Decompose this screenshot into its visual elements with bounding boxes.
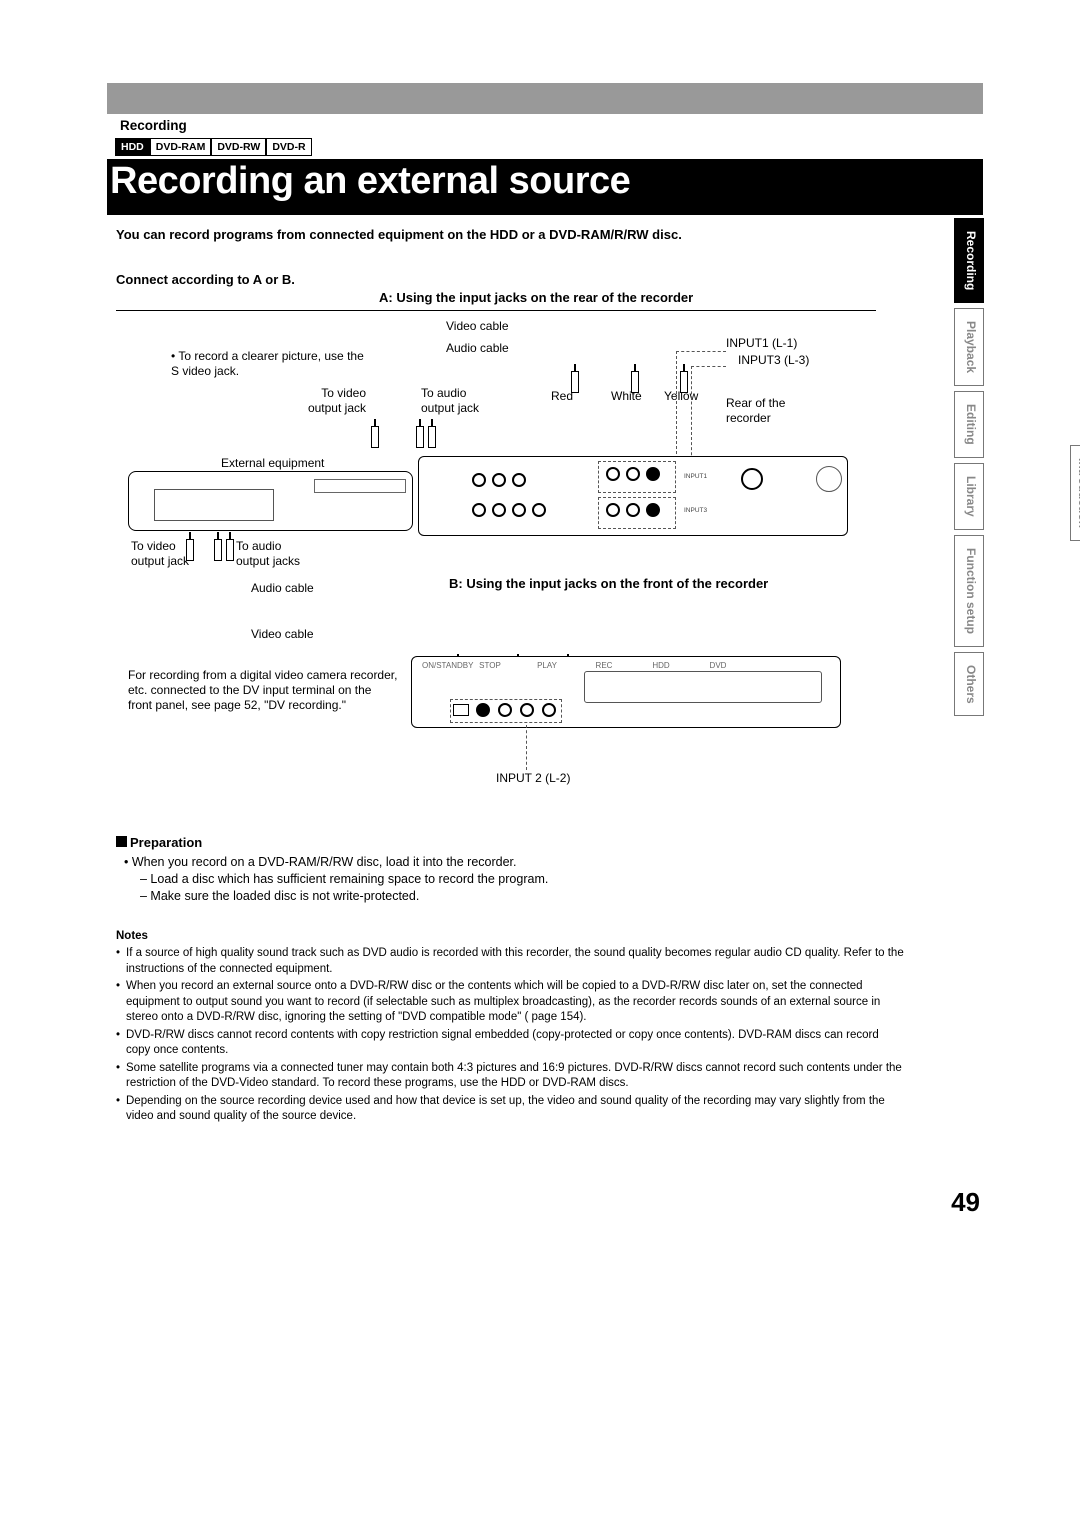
front-btn: REC bbox=[593, 661, 615, 670]
rca-plug-icon bbox=[371, 426, 379, 448]
dv-input-note-text: For recording from a digital video camer… bbox=[128, 668, 397, 712]
label-video-cable-top: Video cable bbox=[446, 319, 509, 334]
tab-introduction[interactable]: Introduction bbox=[1070, 445, 1080, 541]
tab-playback[interactable]: Playback bbox=[954, 308, 984, 386]
tab-function-setup[interactable]: Function setup bbox=[954, 535, 984, 647]
label-to-audio-output: To audio output jack bbox=[421, 386, 501, 416]
rear-input3-tiny: INPUT3 bbox=[684, 507, 707, 514]
dashed-leader bbox=[676, 351, 677, 469]
section-b-heading: B: Using the input jacks on the front of… bbox=[449, 576, 768, 591]
tab-recording[interactable]: Recording bbox=[954, 218, 984, 303]
front-btn: DVD bbox=[707, 661, 729, 670]
side-tab-index: Introduction Recording Playback Editing … bbox=[954, 218, 984, 721]
label-input2: INPUT 2 (L-2) bbox=[496, 771, 570, 786]
tab-library[interactable]: Library bbox=[954, 463, 984, 530]
notes-heading: Notes bbox=[116, 930, 148, 942]
rca-plug-icon bbox=[631, 371, 639, 393]
notes-list: If a source of high quality sound track … bbox=[116, 946, 906, 1127]
page-title: Recording an external source bbox=[110, 160, 630, 203]
dv-input-note: For recording from a digital video camer… bbox=[128, 668, 398, 713]
front-btn: PLAY bbox=[536, 661, 558, 670]
rca-plug-icon bbox=[416, 426, 424, 448]
note-text: When you record an external source onto … bbox=[126, 980, 880, 1023]
front-button-labels: ON/STANDBY STOP PLAY REC HDD DVD bbox=[422, 661, 729, 670]
note-item: Depending on the source recording device… bbox=[116, 1094, 906, 1125]
rca-plug-icon bbox=[428, 426, 436, 448]
rear-rca-row bbox=[472, 473, 526, 487]
rear-rca-row bbox=[472, 503, 546, 517]
label-rear-recorder: Rear of the recorder bbox=[726, 396, 806, 426]
label-to-video-output-front: To video output jack bbox=[131, 539, 191, 569]
preparation-heading: Preparation bbox=[130, 835, 202, 850]
rear-vent bbox=[816, 466, 842, 492]
rear-input1-tiny: INPUT1 bbox=[684, 473, 707, 480]
front-rca-row bbox=[476, 703, 556, 717]
front-disc-tray bbox=[584, 671, 822, 703]
section-a-heading: A: Using the input jacks on the rear of … bbox=[379, 290, 693, 305]
rca-plug-icon bbox=[226, 539, 234, 561]
dashed-leader bbox=[691, 366, 726, 367]
label-input1: INPUT1 (L-1) bbox=[726, 336, 797, 351]
badge-dvdram: DVD-RAM bbox=[150, 138, 212, 156]
dv-jack-icon bbox=[453, 704, 469, 716]
dashed-leader bbox=[526, 725, 527, 770]
intro-text: You can record programs from connected e… bbox=[116, 227, 682, 242]
label-video-cable-front: Video cable bbox=[251, 627, 314, 642]
note-item: Some satellite programs via a connected … bbox=[116, 1061, 906, 1092]
rca-plug-icon bbox=[680, 371, 688, 393]
note-item: If a source of high quality sound track … bbox=[116, 946, 906, 977]
media-badges: HDD DVD-RAM DVD-RW DVD-R bbox=[115, 138, 312, 156]
label-to-video-output: To video output jack bbox=[296, 386, 366, 416]
prep-line: • When you record on a DVD-RAM/R/RW disc… bbox=[116, 854, 876, 871]
badge-dvdr: DVD-R bbox=[266, 138, 311, 156]
front-btn: HDD bbox=[650, 661, 672, 670]
rear-rca-row bbox=[606, 503, 660, 517]
note-item: When you record an external source onto … bbox=[116, 979, 906, 1026]
label-red: Red bbox=[551, 389, 573, 404]
label-external-equipment: External equipment bbox=[221, 456, 324, 471]
label-to-audio-output-front: To audio output jacks bbox=[236, 539, 316, 569]
tab-others[interactable]: Others bbox=[954, 652, 984, 717]
rear-rca-row bbox=[606, 467, 660, 481]
badge-dvdrw: DVD-RW bbox=[211, 138, 266, 156]
rear-outlet bbox=[741, 468, 763, 490]
square-bullet-icon bbox=[116, 836, 127, 847]
prep-line: – Make sure the loaded disc is not write… bbox=[116, 888, 876, 905]
tab-editing[interactable]: Editing bbox=[954, 391, 984, 458]
badge-hdd: HDD bbox=[115, 138, 150, 156]
section-label: Recording bbox=[120, 118, 187, 133]
header-gray-band bbox=[107, 83, 983, 114]
connect-heading: Connect according to A or B. bbox=[116, 272, 295, 287]
front-btn: STOP bbox=[479, 661, 501, 670]
rca-plug-icon bbox=[214, 539, 222, 561]
note-item: DVD-R/RW discs cannot record contents wi… bbox=[116, 1028, 906, 1059]
rca-plug-icon bbox=[571, 371, 579, 393]
prep-line: – Load a disc which has sufficient remai… bbox=[116, 871, 876, 888]
label-audio-cable-front: Audio cable bbox=[251, 581, 314, 596]
page-number: 49 bbox=[951, 1187, 980, 1218]
label-audio-cable-top: Audio cable bbox=[446, 341, 509, 356]
preparation-body: • When you record on a DVD-RAM/R/RW disc… bbox=[116, 854, 876, 905]
rca-plug-icon bbox=[186, 539, 194, 561]
connection-diagram: • To record a clearer picture, use the S… bbox=[116, 310, 876, 790]
front-btn: ON/STANDBY bbox=[422, 661, 444, 670]
dashed-leader bbox=[676, 351, 726, 352]
tip-svideo: • To record a clearer picture, use the S… bbox=[171, 349, 371, 379]
external-equipment-slot bbox=[154, 489, 274, 521]
label-input3: INPUT3 (L-3) bbox=[738, 353, 809, 368]
